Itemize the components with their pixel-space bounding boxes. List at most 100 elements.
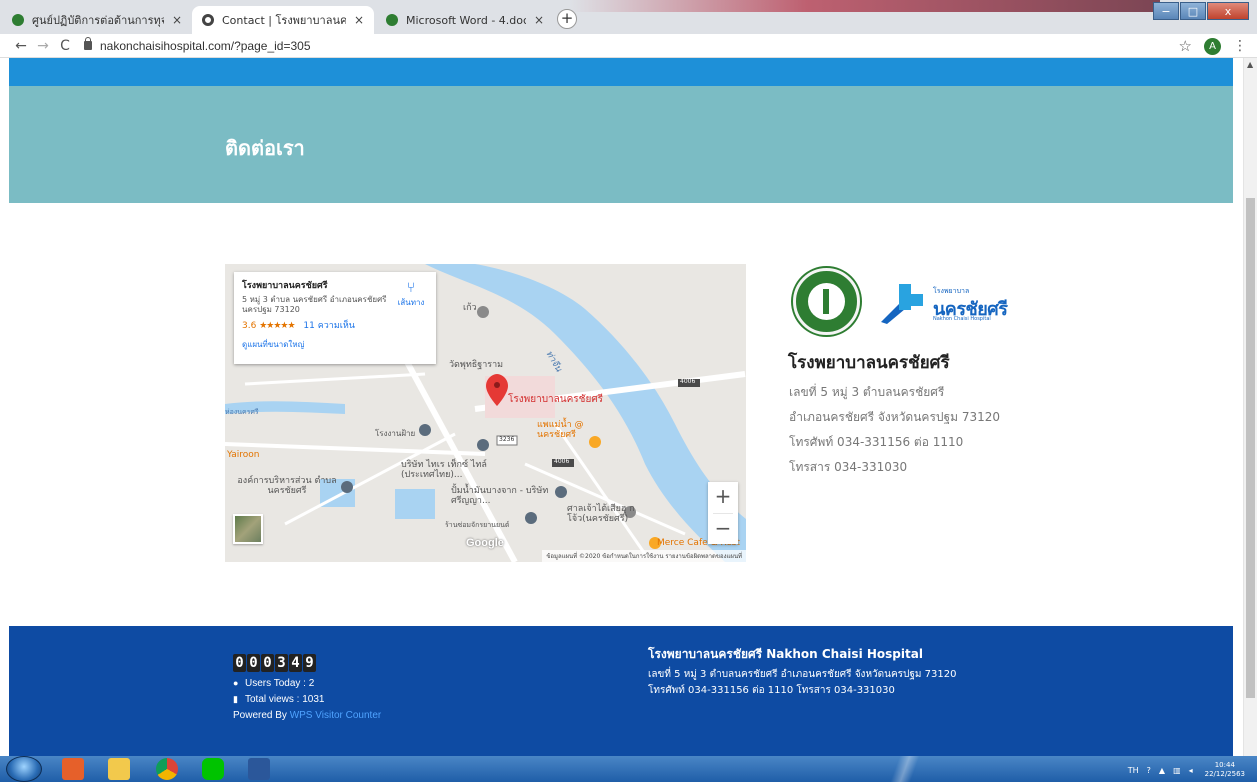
maximize-button[interactable]: □: [1180, 2, 1206, 20]
counter-digit: 9: [303, 654, 316, 672]
map-label-road-4006-top: 4006: [680, 378, 696, 385]
satellite-toggle-button[interactable]: [233, 514, 263, 544]
show-hidden-icons[interactable]: ▲: [1159, 766, 1165, 775]
counter-digit: 0: [261, 654, 274, 672]
tab-close-icon[interactable]: ×: [354, 13, 364, 27]
map-attribution[interactable]: ข้อมูลแผนที่ ©2020 ข้อกำหนดในการใช้งาน ร…: [542, 550, 746, 562]
contact-district-line: อำเภอนครชัยศรี จังหวัดนครปฐม 73120: [789, 410, 1001, 424]
rating-stars-icon: ★★★★★: [259, 321, 295, 331]
tab-close-icon[interactable]: ×: [534, 13, 544, 27]
directions-button[interactable]: ⑂ เส้นทาง: [394, 280, 428, 309]
page-hero-banner: ติดต่อเรา: [9, 86, 1233, 203]
powered-by-label: Powered By: [233, 710, 287, 721]
footer-title: โรงพยาบาลนครชัยศรี Nakhon Chaisi Hospita…: [648, 647, 923, 661]
start-button[interactable]: [6, 756, 42, 782]
scrollbar-thumb[interactable]: [1246, 198, 1255, 698]
site-header-strip: [9, 58, 1233, 86]
new-tab-button[interactable]: +: [557, 9, 577, 29]
browser-menu-icon[interactable]: ⋮: [1233, 38, 1247, 54]
help-icon[interactable]: ?: [1147, 766, 1151, 775]
bar-chart-icon: ▮: [233, 694, 238, 704]
tab-close-icon[interactable]: ×: [172, 13, 182, 27]
chrome-icon[interactable]: [156, 758, 178, 780]
zoom-in-button[interactable]: +: [708, 482, 738, 513]
map-label-temple-top: เก้ว: [463, 303, 477, 313]
reload-button[interactable]: C: [54, 38, 76, 54]
minimize-button[interactable]: −: [1153, 2, 1179, 20]
web-page: ติดต่อเรา เก้ว วัดพุทธิฐาราม ท่าจีน 4006…: [0, 58, 1243, 756]
contact-phone-line: โทรศัพท์ 034-331156 ต่อ 1110: [789, 435, 964, 449]
google-logo: Google: [466, 537, 504, 549]
counter-digit: 4: [289, 654, 302, 672]
file-explorer-icon[interactable]: [108, 758, 130, 780]
footer-address: เลขที่ 5 หมู่ 3 ตำบลนครชัยศรี อำเภอนครชั…: [648, 667, 957, 699]
user-icon: ●: [233, 678, 239, 688]
directions-icon: ⑂: [406, 280, 416, 296]
map-place-rating: 3.6 ★★★★★ 11 ความเห็น: [242, 318, 428, 332]
site-favicon-icon: [386, 14, 398, 26]
map-place-card: โรงพยาบาลนครชัยศรี 5 หมู่ 3 ตำบล นครชัยศ…: [234, 272, 436, 364]
map-zoom-control: + −: [708, 482, 738, 544]
users-today-text: Users Today : 2: [245, 678, 315, 689]
map-label-yairoon: Yairoon: [227, 450, 260, 460]
google-map-embed[interactable]: เก้ว วัดพุทธิฐาราม ท่าจีน 4006 4006 3236…: [225, 264, 746, 562]
windows-taskbar: TH ? ▲ ▥ ◂ 10:44 22/12/2563: [0, 756, 1257, 782]
site-favicon-icon: [12, 14, 24, 26]
page-scrollbar[interactable]: ▲: [1243, 58, 1257, 756]
word-icon[interactable]: [248, 758, 270, 780]
contact-hospital-name: โรงพยาบาลนครชัยศรี: [788, 353, 950, 373]
language-indicator[interactable]: TH: [1128, 766, 1139, 775]
visitor-counter: 0 0 0 3 4 9: [233, 654, 317, 672]
line-app-icon[interactable]: [202, 758, 224, 780]
users-today-stat: ● Users Today : 2: [233, 678, 314, 689]
total-views-text: Total views : 1031: [245, 694, 325, 705]
wps-visitor-counter-link[interactable]: WPS Visitor Counter: [290, 710, 382, 721]
media-player-icon[interactable]: [62, 758, 84, 780]
clock[interactable]: 10:44 22/12/2563: [1205, 761, 1245, 779]
browser-toolbar: ← → C nakonchaisihospital.com/?page_id=3…: [0, 34, 1257, 58]
window-controls: − □ x: [1152, 2, 1249, 20]
map-label-shrine: ศาลเจ้าไต้เสียฮุ กโจ้ว(นครชัยศรี): [567, 504, 635, 524]
system-tray: TH ? ▲ ▥ ◂ 10:44 22/12/2563: [1120, 761, 1245, 779]
forward-button[interactable]: →: [32, 38, 54, 54]
ministry-seal-logo: [793, 268, 860, 335]
tab-word-doc[interactable]: Microsoft Word - 4.doc ×: [376, 6, 554, 34]
clock-time: 10:44: [1214, 761, 1235, 769]
logo-english-text: Nakhon Chaisi Hospital: [933, 316, 991, 322]
tab-contact[interactable]: Contact | โรงพยาบาลนครชัยศรี ×: [192, 6, 374, 34]
titlebar-decoration: [570, 0, 1160, 12]
tab-anti-corruption[interactable]: ศูนย์ปฏิบัติการต่อต้านการทุจริต กระทรว ×: [2, 6, 192, 34]
map-label-road-3236: 3236: [499, 436, 515, 443]
contact-address-line: เลขที่ 5 หมู่ 3 ตำบลนครชัยศรี: [789, 385, 945, 399]
contact-fax-line: โทรสาร 034-331030: [789, 460, 908, 474]
back-button[interactable]: ←: [10, 38, 32, 54]
map-label-gas: ปั้มน้ำมันบางจาก - บริษัท ศรีญญา...: [451, 486, 549, 506]
directions-label: เส้นทาง: [397, 298, 425, 307]
map-label-left-edge: ห่องนครศรี: [225, 408, 259, 416]
lock-icon: [84, 37, 92, 50]
network-icon[interactable]: ▥: [1173, 766, 1181, 775]
bookmark-star-icon[interactable]: ☆: [1179, 37, 1192, 55]
address-bar[interactable]: nakonchaisihospital.com/?page_id=305: [84, 37, 311, 53]
taskbar-glare: [860, 756, 950, 782]
zoom-out-button[interactable]: −: [708, 514, 738, 545]
counter-digit: 0: [233, 654, 246, 672]
volume-icon[interactable]: ◂: [1189, 766, 1193, 775]
page-title: ติดต่อเรา: [225, 136, 305, 160]
map-place-address: 5 หมู่ 3 ตำบล นครชัยศรี อำเภอนครชัยศรี น…: [242, 295, 387, 314]
view-larger-map-link[interactable]: ดูแผนที่ขนาดใหญ่: [242, 338, 428, 351]
close-window-button[interactable]: x: [1207, 2, 1249, 20]
clock-date: 22/12/2563: [1204, 770, 1245, 778]
map-label-market: แพแม่น้ำ @ นครชัยศรี: [537, 420, 584, 440]
browser-tabstrip: ศูนย์ปฏิบัติการต่อต้านการทุจริต กระทรว ×…: [0, 0, 1257, 34]
rating-value: 3.6: [242, 321, 257, 331]
scroll-up-arrow-icon[interactable]: ▲: [1247, 60, 1253, 69]
reviews-link[interactable]: 11 ความเห็น: [303, 321, 355, 331]
map-label-admin: องค์การบริหารส่วน ตำบลนครชัยศรี: [237, 476, 337, 496]
site-footer: 0 0 0 3 4 9 ● Users Today : 2 ▮ Total view…: [9, 626, 1233, 756]
profile-avatar[interactable]: A: [1204, 37, 1221, 55]
footer-address-line: เลขที่ 5 หมู่ 3 ตำบลนครชัยศรี อำเภอนครชั…: [648, 669, 957, 680]
counter-digit: 0: [247, 654, 260, 672]
site-favicon-icon: [202, 14, 214, 26]
map-label-road-4006-mid: 4006: [554, 458, 570, 465]
